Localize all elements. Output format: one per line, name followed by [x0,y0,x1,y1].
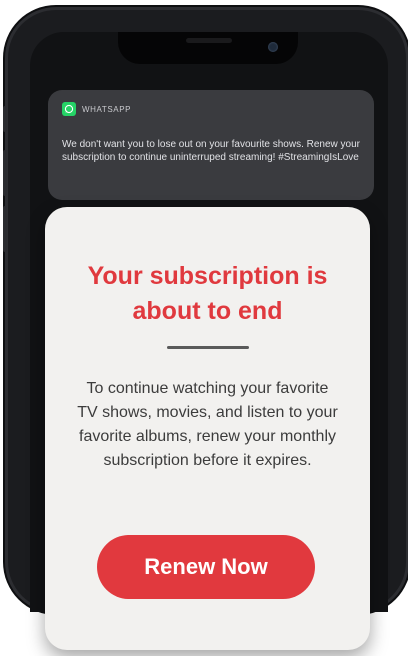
whatsapp-notification[interactable]: WHATSAPP We don't want you to lose out o… [48,90,374,200]
screenshot-stage: WHATSAPP We don't want you to lose out o… [0,0,408,656]
notification-message: We don't want you to lose out on your fa… [62,139,360,163]
notch [118,32,298,64]
volume-down-button [3,206,7,252]
card-title: Your subscription is about to end [87,262,328,325]
subscription-expiry-card: Your subscription is about to end To con… [45,207,370,650]
whatsapp-icon [62,102,76,116]
notification-app-name: WHATSAPP [82,104,132,114]
renew-now-button[interactable]: Renew Now [97,535,315,599]
front-camera [268,42,278,52]
notification-header: WHATSAPP [62,102,131,116]
mute-switch [3,106,7,132]
volume-up-button [3,150,7,196]
title-divider [167,346,249,349]
speaker-grille [186,38,232,43]
card-body-text: To continue watching your favorite TV sh… [77,380,338,469]
